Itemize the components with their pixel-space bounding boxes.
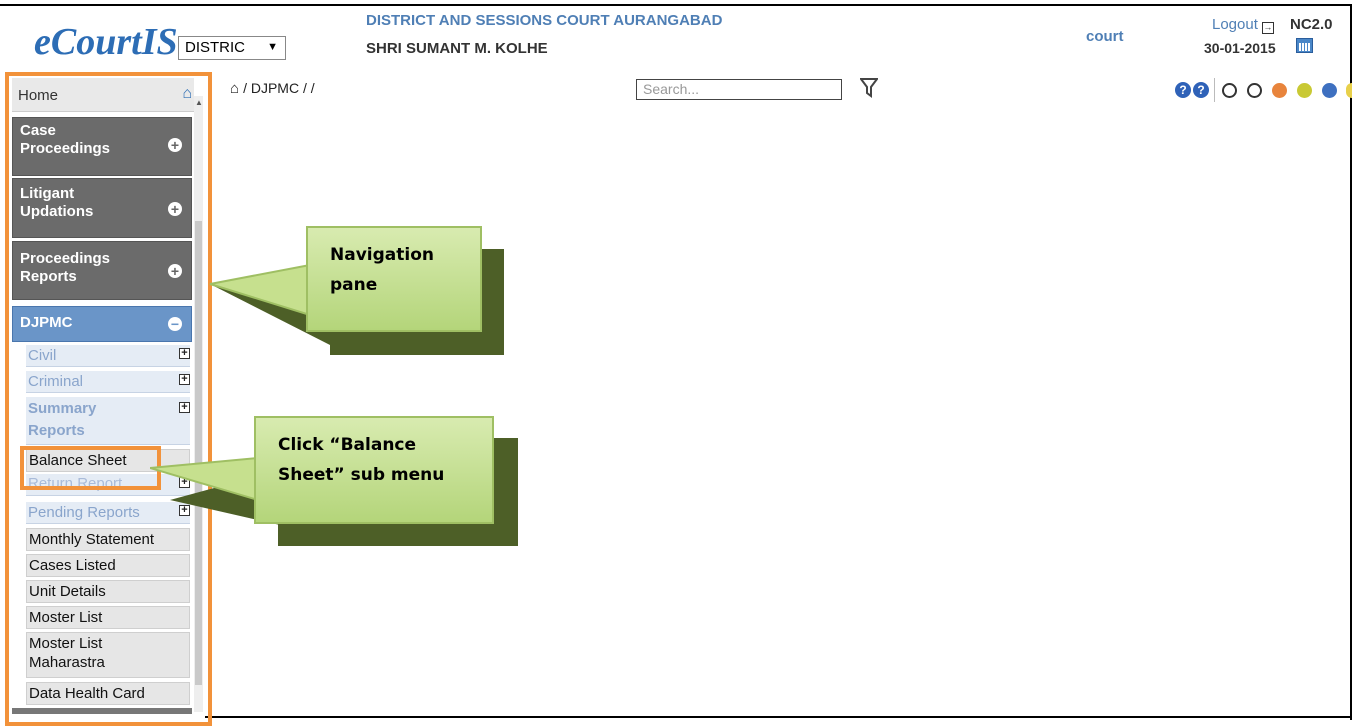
court-name: DISTRICT AND SESSIONS COURT AURANGABAD [366, 12, 723, 29]
help-icon-2[interactable]: ? [1193, 82, 1209, 98]
logout-icon: → [1261, 22, 1274, 34]
balance-sheet-highlight [20, 446, 161, 490]
status-dot[interactable] [1322, 83, 1337, 98]
chevron-down-icon: ▼ [267, 41, 278, 53]
callout-line2: Sheet” sub menu [278, 465, 445, 485]
app-logo[interactable]: eCourtIS [34, 20, 178, 64]
breadcrumb-text: / DJPMC / / [243, 80, 315, 96]
version-label: NC2.0 [1290, 16, 1333, 33]
callout-line2: pane [330, 275, 378, 295]
status-dot[interactable] [1272, 83, 1287, 98]
judge-name: SHRI SUMANT M. KOLHE [366, 40, 548, 57]
breadcrumb: ⌂ / DJPMC / / [230, 80, 315, 97]
search-input[interactable]: Search... [636, 79, 842, 100]
logout-link[interactable]: Logout → [1212, 16, 1277, 34]
callout-line1: Click “Balance [278, 435, 417, 455]
help-icon[interactable]: ? [1175, 82, 1191, 98]
logout-label: Logout [1212, 16, 1258, 33]
calendar-icon[interactable] [1296, 38, 1313, 53]
navigation-pane-callout: Navigation pane [306, 226, 482, 332]
district-select-value: DISTRIC [185, 39, 245, 56]
status-dot[interactable] [1222, 83, 1237, 98]
frame-bottom-border [205, 716, 1352, 718]
user-name: court [1086, 28, 1124, 45]
balance-sheet-callout: Click “Balance Sheet” sub menu [254, 416, 494, 524]
filter-icon[interactable] [859, 78, 879, 104]
status-dot[interactable] [1346, 83, 1352, 98]
home-icon[interactable]: ⌂ [230, 80, 239, 97]
status-dot[interactable] [1297, 83, 1312, 98]
callout-line1: Navigation [330, 245, 434, 265]
frame-right-border [1350, 4, 1352, 720]
status-dot[interactable] [1247, 83, 1262, 98]
district-select[interactable]: DISTRIC ▼ [178, 36, 286, 60]
current-date: 30-01-2015 [1204, 40, 1276, 56]
toolbar-divider [1214, 78, 1215, 102]
frame-top-border [0, 4, 1352, 6]
